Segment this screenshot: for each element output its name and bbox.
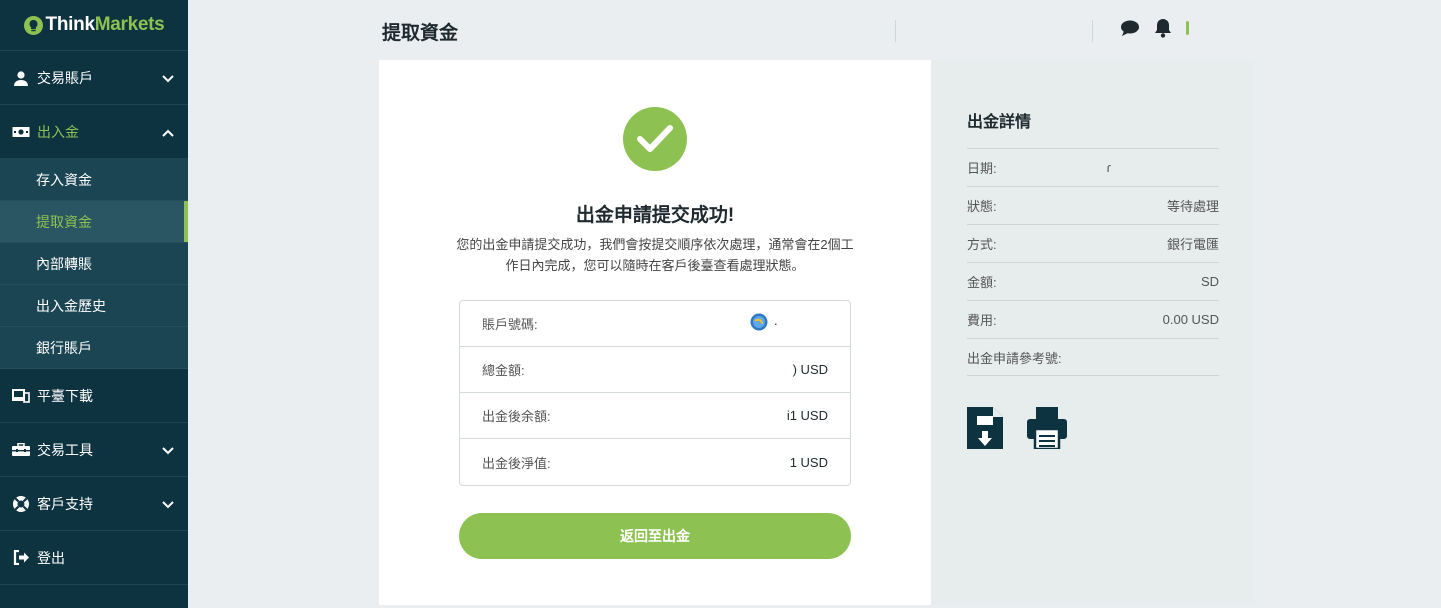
detail-row-method: 方式: 銀行電匯 bbox=[967, 224, 1219, 262]
pdf-download-icon[interactable] bbox=[967, 407, 1003, 454]
detail-row-status: 狀態: 等待處理 bbox=[967, 186, 1219, 224]
sidebar-subitem-bank-accounts[interactable]: 銀行賬戶 bbox=[0, 327, 188, 369]
header-icons bbox=[1120, 18, 1190, 43]
detail-label: 狀態: bbox=[967, 199, 997, 214]
chevron-down-icon bbox=[162, 442, 174, 458]
detail-label: 金額: bbox=[967, 275, 997, 290]
row-label: 賬戶號碼: bbox=[482, 317, 538, 332]
lifebuoy-icon bbox=[12, 495, 30, 513]
user-icon bbox=[12, 69, 30, 87]
detail-value: 0.00 USD bbox=[1162, 312, 1219, 327]
row-label: 總金額: bbox=[482, 363, 525, 378]
table-row: 出金後余額: i1 USD bbox=[460, 393, 850, 439]
money-icon bbox=[12, 123, 30, 141]
detail-label: 出金申請參考號: bbox=[967, 350, 1062, 366]
sidebar-item-trading-tools[interactable]: 交易工具 bbox=[0, 423, 188, 477]
sidebar-subitem-internal-transfer[interactable]: 內部轉賬 bbox=[0, 243, 188, 285]
row-value: 1 USD bbox=[789, 454, 828, 470]
row-value: i1 USD bbox=[786, 408, 828, 423]
withdrawal-summary-table: 賬戶號碼: · 總金額: ) USD 出金後余額: i1 USD 出金後淨值: … bbox=[459, 300, 851, 486]
row-value: ) USD bbox=[792, 362, 828, 377]
sidebar-subitem-deposit[interactable]: 存入資金 bbox=[0, 159, 188, 201]
sidebar-item-platform-download[interactable]: 平臺下載 bbox=[0, 369, 188, 423]
page-title: 提取資金 bbox=[382, 23, 459, 44]
row-label: 出金後余額: bbox=[482, 409, 551, 424]
details-list: 日期: ɾ 狀態: 等待處理 方式: 銀行電匯 金額: SD 費用: 0.00 … bbox=[967, 148, 1219, 376]
detail-row-reference: 出金申請參考號: bbox=[967, 338, 1219, 376]
withdrawal-details-panel: 出金詳情 日期: ɾ 狀態: 等待處理 方式: 銀行電匯 金額: SD 費用: … bbox=[931, 60, 1255, 605]
document-actions bbox=[967, 407, 1067, 454]
header-divider bbox=[895, 20, 896, 42]
row-value: · bbox=[750, 313, 778, 334]
table-row: 賬戶號碼: · bbox=[460, 301, 850, 347]
header-divider bbox=[1092, 20, 1093, 42]
sidebar: Think Markets 交易賬戶 出入金 存入資金 提取資金 內部轉賬 出入金… bbox=[0, 0, 188, 608]
bell-icon[interactable] bbox=[1154, 18, 1172, 43]
sidebar-subitem-withdraw[interactable]: 提取資金 bbox=[0, 201, 188, 243]
sidebar-item-label: 交易工具 bbox=[37, 441, 93, 458]
chevron-down-icon bbox=[162, 70, 174, 86]
sidebar-item-label: 交易賬戶 bbox=[37, 69, 93, 86]
row-label: 出金後淨值: bbox=[482, 455, 551, 471]
printer-icon[interactable] bbox=[1027, 407, 1067, 454]
detail-row-fee: 費用: 0.00 USD bbox=[967, 300, 1219, 338]
sidebar-item-label: 登出 bbox=[37, 549, 65, 566]
detail-label: 日期: bbox=[967, 161, 997, 176]
logout-icon bbox=[12, 549, 30, 567]
logo-text-markets: Markets bbox=[94, 14, 165, 35]
success-check-icon bbox=[623, 107, 687, 171]
detail-value: ɾ bbox=[1106, 160, 1111, 175]
status-dot-icon bbox=[1186, 21, 1190, 40]
detail-value: SD bbox=[1200, 274, 1219, 289]
chevron-up-icon bbox=[162, 124, 174, 140]
chevron-down-icon bbox=[162, 496, 174, 512]
sidebar-item-label: 出入金 bbox=[37, 123, 79, 140]
withdrawal-success-card: 出金申請提交成功! 您的出金申請提交成功，我們會按提交順序依次處理，通常會在2個… bbox=[379, 60, 931, 605]
devices-icon bbox=[12, 387, 30, 405]
detail-value: 銀行電匯 bbox=[1166, 237, 1219, 252]
success-description: 您的出金申請提交成功，我們會按提交順序依次處理，通常會在2個工作日內完成，您可以… bbox=[456, 237, 854, 273]
bulb-icon bbox=[23, 15, 43, 35]
sidebar-item-label: 平臺下載 bbox=[37, 387, 93, 404]
table-row: 總金額: ) USD bbox=[460, 347, 850, 393]
toolbox-icon bbox=[12, 441, 30, 459]
detail-row-amount: 金額: SD bbox=[967, 262, 1219, 300]
sidebar-submenu-funds: 存入資金 提取資金 內部轉賬 出入金歷史 銀行賬戶 bbox=[0, 159, 188, 369]
thinkmarkets-logo[interactable]: Think Markets bbox=[0, 0, 188, 51]
sidebar-item-trading-accounts[interactable]: 交易賬戶 bbox=[0, 51, 188, 105]
details-title: 出金詳情 bbox=[967, 114, 1032, 131]
sidebar-item-label: 客戶支持 bbox=[37, 495, 93, 512]
detail-label: 費用: bbox=[967, 313, 997, 328]
detail-value: 等待處理 bbox=[1166, 199, 1219, 214]
chat-icon[interactable] bbox=[1120, 19, 1140, 42]
logo-text-think: Think bbox=[45, 14, 95, 35]
sidebar-item-customer-support[interactable]: 客戶支持 bbox=[0, 477, 188, 531]
sidebar-item-funds[interactable]: 出入金 bbox=[0, 105, 188, 159]
detail-row-date: 日期: ɾ bbox=[967, 148, 1219, 186]
detail-label: 方式: bbox=[967, 237, 997, 252]
table-row: 出金後淨值: 1 USD bbox=[460, 439, 850, 485]
sidebar-item-logout[interactable]: 登出 bbox=[0, 531, 188, 585]
back-to-withdrawal-button[interactable]: 返回至出金 bbox=[459, 513, 851, 559]
account-globe-icon bbox=[750, 313, 768, 334]
success-title: 出金申請提交成功! bbox=[575, 205, 735, 226]
sidebar-subitem-funding-history[interactable]: 出入金歷史 bbox=[0, 285, 188, 327]
